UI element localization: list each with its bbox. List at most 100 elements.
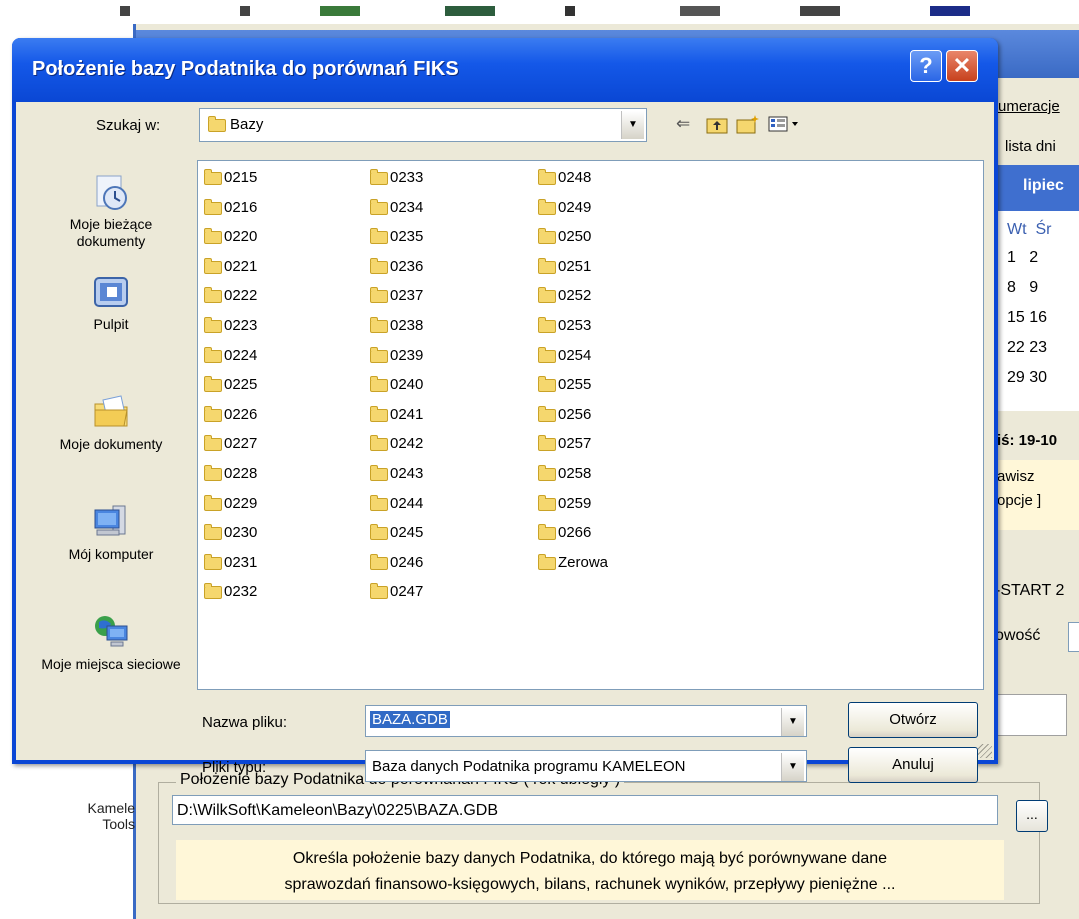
folder-item[interactable]: 0243 bbox=[370, 463, 423, 485]
toolbar-button[interactable] bbox=[445, 6, 495, 16]
folder-item[interactable]: Zerowa bbox=[538, 552, 608, 574]
description-line: Określa położenie bazy danych Podatnika,… bbox=[292, 850, 888, 867]
folder-item[interactable]: 0235 bbox=[370, 226, 423, 248]
view-menu-icon[interactable] bbox=[768, 114, 802, 139]
folder-item[interactable]: 0252 bbox=[538, 285, 591, 307]
kameleon-tools-label[interactable]: Kamele Tools bbox=[55, 800, 135, 832]
toolbar-button[interactable] bbox=[930, 6, 970, 16]
place-desktop[interactable]: Pulpit bbox=[36, 272, 186, 333]
folder-icon bbox=[538, 553, 556, 570]
folder-item[interactable]: 0228 bbox=[204, 463, 257, 485]
toolbar-button[interactable] bbox=[120, 6, 130, 16]
folder-item[interactable]: 0266 bbox=[538, 522, 591, 544]
toolbar-button[interactable] bbox=[320, 6, 360, 16]
folder-item[interactable]: 0254 bbox=[538, 345, 591, 367]
folder-item[interactable]: 0246 bbox=[370, 552, 423, 574]
folder-icon bbox=[370, 286, 388, 303]
folder-item[interactable]: 0216 bbox=[204, 197, 257, 219]
folder-item[interactable]: 0236 bbox=[370, 256, 423, 278]
calendar-week[interactable]: 8 9 bbox=[1007, 279, 1038, 297]
description-box: Określa położenie bazy danych Podatnika,… bbox=[176, 840, 1004, 900]
folder-item[interactable]: 0234 bbox=[370, 197, 423, 219]
folder-name: 0241 bbox=[390, 406, 424, 423]
folder-name: 0245 bbox=[390, 524, 424, 541]
folder-item[interactable]: 0229 bbox=[204, 493, 257, 515]
folder-item[interactable]: 0224 bbox=[204, 345, 257, 367]
file-type-label: Pliki typu: bbox=[202, 759, 267, 776]
folder-item[interactable]: 0249 bbox=[538, 197, 591, 219]
calendar-week[interactable]: 15 16 bbox=[1007, 309, 1047, 327]
calendar-week[interactable]: 1 2 bbox=[1007, 249, 1038, 267]
file-name-field[interactable]: BAZA.GDB ▼ bbox=[365, 705, 807, 737]
file-list[interactable]: 0215 0216 0220 0221 0222 0223 0224 0225 0226 0227… bbox=[197, 160, 984, 690]
folder-item[interactable]: 0237 bbox=[370, 285, 423, 307]
help-button[interactable]: ? bbox=[910, 50, 942, 82]
folder-item[interactable]: 0215 bbox=[204, 167, 257, 189]
folder-item[interactable]: 0225 bbox=[204, 374, 257, 396]
folder-icon bbox=[538, 198, 556, 215]
look-in-dropdown[interactable]: Bazy ▼ bbox=[199, 108, 647, 142]
place-my-documents[interactable]: Moje dokumenty bbox=[36, 392, 186, 453]
folder-item[interactable]: 0255 bbox=[538, 374, 591, 396]
folder-item[interactable]: 0221 bbox=[204, 256, 257, 278]
folder-item[interactable]: 0250 bbox=[538, 226, 591, 248]
file-type-dropdown[interactable]: Baza danych Podatnika programu KAMELEON … bbox=[365, 750, 807, 782]
chevron-down-icon[interactable]: ▼ bbox=[781, 753, 804, 781]
numeration-tab[interactable]: umeracje bbox=[998, 98, 1060, 115]
back-arrow-icon[interactable]: ⇐ bbox=[676, 114, 690, 134]
folder-item[interactable]: 0233 bbox=[370, 167, 423, 189]
toolbar-button[interactable] bbox=[240, 6, 250, 16]
toolbar-button[interactable] bbox=[680, 6, 720, 16]
chevron-down-icon[interactable]: ▼ bbox=[781, 708, 804, 736]
folder-item[interactable]: 0253 bbox=[538, 315, 591, 337]
calendar-week[interactable]: 22 23 bbox=[1007, 339, 1047, 357]
folder-icon bbox=[370, 494, 388, 511]
folder-item[interactable]: 0220 bbox=[204, 226, 257, 248]
close-button[interactable]: ✕ bbox=[946, 50, 978, 82]
folder-item[interactable]: 0248 bbox=[538, 167, 591, 189]
folder-name: 0242 bbox=[390, 435, 424, 452]
folder-item[interactable]: 0240 bbox=[370, 374, 423, 396]
date-text: iś: 19-10 bbox=[997, 432, 1058, 449]
browse-button[interactable]: ... bbox=[1016, 800, 1048, 832]
folder-item[interactable]: 0232 bbox=[204, 581, 257, 603]
folder-item[interactable]: 0258 bbox=[538, 463, 591, 485]
folder-item[interactable]: 0244 bbox=[370, 493, 423, 515]
open-button[interactable]: Otwórz bbox=[848, 702, 978, 738]
folder-item[interactable]: 0257 bbox=[538, 433, 591, 455]
place-my-computer[interactable]: Mój komputer bbox=[36, 502, 186, 563]
calendar-week[interactable]: 29 30 bbox=[1007, 369, 1047, 387]
folder-item[interactable]: 0231 bbox=[204, 552, 257, 574]
folder-item[interactable]: 0245 bbox=[370, 522, 423, 544]
folder-icon bbox=[204, 168, 222, 185]
file-type-value: Baza danych Podatnika programu KAMELEON bbox=[372, 758, 686, 775]
folder-item[interactable]: 0238 bbox=[370, 315, 423, 337]
chevron-down-icon[interactable]: ▼ bbox=[621, 111, 644, 139]
place-recent-documents[interactable]: Moje bieżące dokumenty bbox=[36, 172, 186, 250]
folder-item[interactable]: 0242 bbox=[370, 433, 423, 455]
folder-item[interactable]: 0247 bbox=[370, 581, 423, 603]
folder-item[interactable]: 0222 bbox=[204, 285, 257, 307]
folder-item[interactable]: 0230 bbox=[204, 522, 257, 544]
folder-item[interactable]: 0251 bbox=[538, 256, 591, 278]
folder-item[interactable]: 0239 bbox=[370, 345, 423, 367]
folder-item[interactable]: 0227 bbox=[204, 433, 257, 455]
resize-grip[interactable] bbox=[978, 744, 992, 758]
folder-item[interactable]: 0223 bbox=[204, 315, 257, 337]
empty-field[interactable] bbox=[995, 694, 1067, 736]
folder-item[interactable]: 0256 bbox=[538, 404, 591, 426]
hint-line: opcje ] bbox=[997, 492, 1042, 509]
toolbar-button[interactable] bbox=[800, 6, 840, 16]
folder-item[interactable]: 0226 bbox=[204, 404, 257, 426]
value-input[interactable] bbox=[1068, 622, 1079, 652]
database-path-input[interactable]: D:\WilkSoft\Kameleon\Bazy\0225\BAZA.GDB bbox=[172, 795, 998, 825]
folder-item[interactable]: 0259 bbox=[538, 493, 591, 515]
cancel-button[interactable]: Anuluj bbox=[848, 747, 978, 783]
folder-icon bbox=[370, 168, 388, 185]
folder-item[interactable]: 0241 bbox=[370, 404, 423, 426]
toolbar-button[interactable] bbox=[565, 6, 575, 16]
new-folder-icon[interactable] bbox=[736, 114, 760, 139]
up-folder-icon[interactable] bbox=[706, 114, 728, 139]
place-network[interactable]: Moje miejsca sieciowe bbox=[36, 612, 186, 673]
dialog-titlebar[interactable]: Położenie bazy Podatnika do porównań FIK… bbox=[12, 38, 998, 102]
